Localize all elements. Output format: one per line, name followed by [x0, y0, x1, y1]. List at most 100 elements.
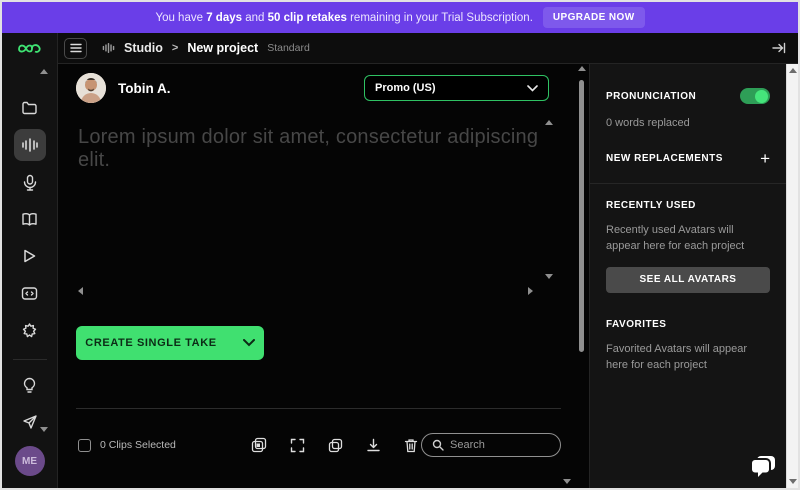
- script-placeholder[interactable]: Lorem ipsum dolor sit amet, consectetur …: [78, 126, 543, 172]
- replica-avatar[interactable]: [76, 73, 106, 103]
- studio-waveform-icon: [102, 42, 115, 54]
- breadcrumb-studio[interactable]: Studio: [124, 41, 163, 55]
- sidebar-item-stickers[interactable]: [14, 314, 46, 346]
- chevron-down-icon: [243, 339, 255, 347]
- voice-style-select[interactable]: Promo (US): [364, 75, 549, 101]
- banner-suffix: remaining in your Trial Subscription.: [350, 12, 533, 24]
- trial-banner: You have 7 days and 50 clip retakes rema…: [2, 2, 798, 33]
- pronunciation-section: PRONUNCIATION: [606, 88, 770, 104]
- folder-icon: [21, 100, 38, 117]
- new-replacements-section: NEW REPLACEMENTS +: [606, 150, 770, 167]
- select-all-clips-checkbox[interactable]: [78, 439, 91, 452]
- microphone-icon: [22, 174, 38, 191]
- expand-button[interactable]: [290, 438, 305, 453]
- favorites-section: FAVORITES: [606, 319, 770, 330]
- page-scroll-down-icon[interactable]: [563, 479, 571, 484]
- sidebar-item-captions[interactable]: [14, 277, 46, 309]
- clips-selection: 0 Clips Selected: [78, 439, 248, 452]
- delete-button[interactable]: [404, 438, 418, 453]
- see-all-avatars-button[interactable]: SEE ALL AVATARS: [606, 267, 770, 293]
- replica-avatar-image: [76, 73, 106, 103]
- waveform-icon: [21, 137, 39, 153]
- chat-widget-button[interactable]: [748, 454, 778, 480]
- scrollbar-up-icon[interactable]: [578, 66, 586, 71]
- brand-logo[interactable]: [2, 33, 57, 64]
- retake-all-icon: [251, 437, 267, 453]
- trash-icon: [404, 438, 418, 453]
- copy-button[interactable]: [328, 438, 343, 453]
- sidebar-nav: [13, 92, 47, 443]
- scrollbar-thumb[interactable]: [579, 80, 584, 352]
- footer-divider: [76, 408, 561, 409]
- clip-actions: [248, 437, 421, 453]
- favorites-description: Favorited Avatars will appear here for e…: [606, 341, 770, 374]
- clips-toolbar: 0 Clips Selected: [78, 430, 561, 460]
- trial-banner-text: You have 7 days and 50 clip retakes rema…: [155, 12, 532, 24]
- sidebar-item-studio[interactable]: [14, 129, 46, 161]
- banner-retakes-remaining: 50 clip retakes: [268, 12, 347, 24]
- sidebar-item-library[interactable]: [14, 203, 46, 235]
- banner-prefix: You have: [155, 12, 203, 24]
- replica-name: Tobin A.: [118, 81, 170, 96]
- user-avatar[interactable]: ME: [15, 446, 45, 476]
- sidebar-item-share[interactable]: [14, 406, 46, 438]
- next-take-icon[interactable]: [528, 287, 533, 295]
- clip-search[interactable]: [421, 433, 561, 457]
- favorites-title: FAVORITES: [606, 319, 666, 330]
- sidebar-item-ideas[interactable]: [14, 369, 46, 401]
- sidebar-scroll-down-icon[interactable]: [40, 427, 48, 432]
- menu-button[interactable]: [64, 38, 87, 59]
- brand-logo-icon: [17, 41, 43, 56]
- captions-icon: [21, 286, 38, 301]
- panel-divider: [590, 183, 786, 184]
- expand-icon: [290, 438, 305, 453]
- book-icon: [21, 212, 38, 227]
- window-scroll-up-icon[interactable]: [789, 68, 797, 73]
- words-replaced-status: 0 words replaced: [606, 115, 770, 132]
- download-button[interactable]: [366, 438, 381, 453]
- sidebar-item-player[interactable]: [14, 240, 46, 272]
- search-input[interactable]: [450, 439, 550, 451]
- copy-icon: [328, 438, 343, 453]
- plan-badge: Standard: [267, 42, 310, 54]
- collapse-panel-button[interactable]: [772, 42, 786, 54]
- breadcrumb-separator: >: [172, 42, 178, 54]
- banner-days-remaining: 7 days: [206, 12, 242, 24]
- script-scroll-down-icon[interactable]: [545, 274, 553, 279]
- sidebar-item-voice[interactable]: [14, 166, 46, 198]
- clips-selected-label: 0 Clips Selected: [100, 439, 176, 451]
- editor-scrollbar[interactable]: [577, 66, 586, 486]
- create-single-take-button[interactable]: CREATE SINGLE TAKE: [76, 326, 264, 360]
- breadcrumb-project-name[interactable]: New project: [187, 41, 258, 55]
- sidebar-item-projects[interactable]: [14, 92, 46, 124]
- search-icon: [432, 439, 444, 451]
- download-icon: [366, 438, 381, 453]
- window-scroll-down-icon[interactable]: [789, 479, 797, 484]
- pronunciation-toggle[interactable]: [740, 88, 770, 104]
- voice-style-value: Promo (US): [375, 82, 436, 94]
- recently-used-title: RECENTLY USED: [606, 200, 696, 211]
- create-single-take-label: CREATE SINGLE TAKE: [85, 337, 216, 349]
- retake-all-button[interactable]: [251, 437, 267, 453]
- prev-take-icon[interactable]: [78, 287, 83, 295]
- script-scroll-up-icon[interactable]: [545, 120, 553, 125]
- banner-conjunction: and: [245, 12, 264, 24]
- collapse-right-icon: [772, 42, 786, 54]
- send-icon: [22, 414, 38, 430]
- chat-bubbles-icon: [748, 454, 778, 480]
- new-replacements-title: NEW REPLACEMENTS: [606, 153, 723, 164]
- window-scrollbar[interactable]: [786, 64, 798, 488]
- sidebar-scroll-up-icon[interactable]: [40, 69, 48, 74]
- app-window: You have 7 days and 50 clip retakes rema…: [0, 0, 800, 490]
- top-toolbar: Studio > New project Standard: [58, 33, 798, 64]
- pronunciation-title: PRONUNCIATION: [606, 91, 696, 102]
- stickers-icon: [21, 322, 38, 339]
- script-editor: Tobin A. Promo (US) Lorem ipsum dolor si…: [58, 64, 589, 488]
- recently-used-section: RECENTLY USED: [606, 200, 770, 211]
- sidebar-divider: [13, 359, 47, 360]
- take-header: Tobin A. Promo (US): [76, 74, 549, 102]
- upgrade-now-button[interactable]: UPGRADE NOW: [543, 7, 645, 28]
- add-replacement-button[interactable]: +: [760, 150, 770, 167]
- play-icon: [22, 248, 37, 264]
- sidebar: ME: [2, 33, 58, 488]
